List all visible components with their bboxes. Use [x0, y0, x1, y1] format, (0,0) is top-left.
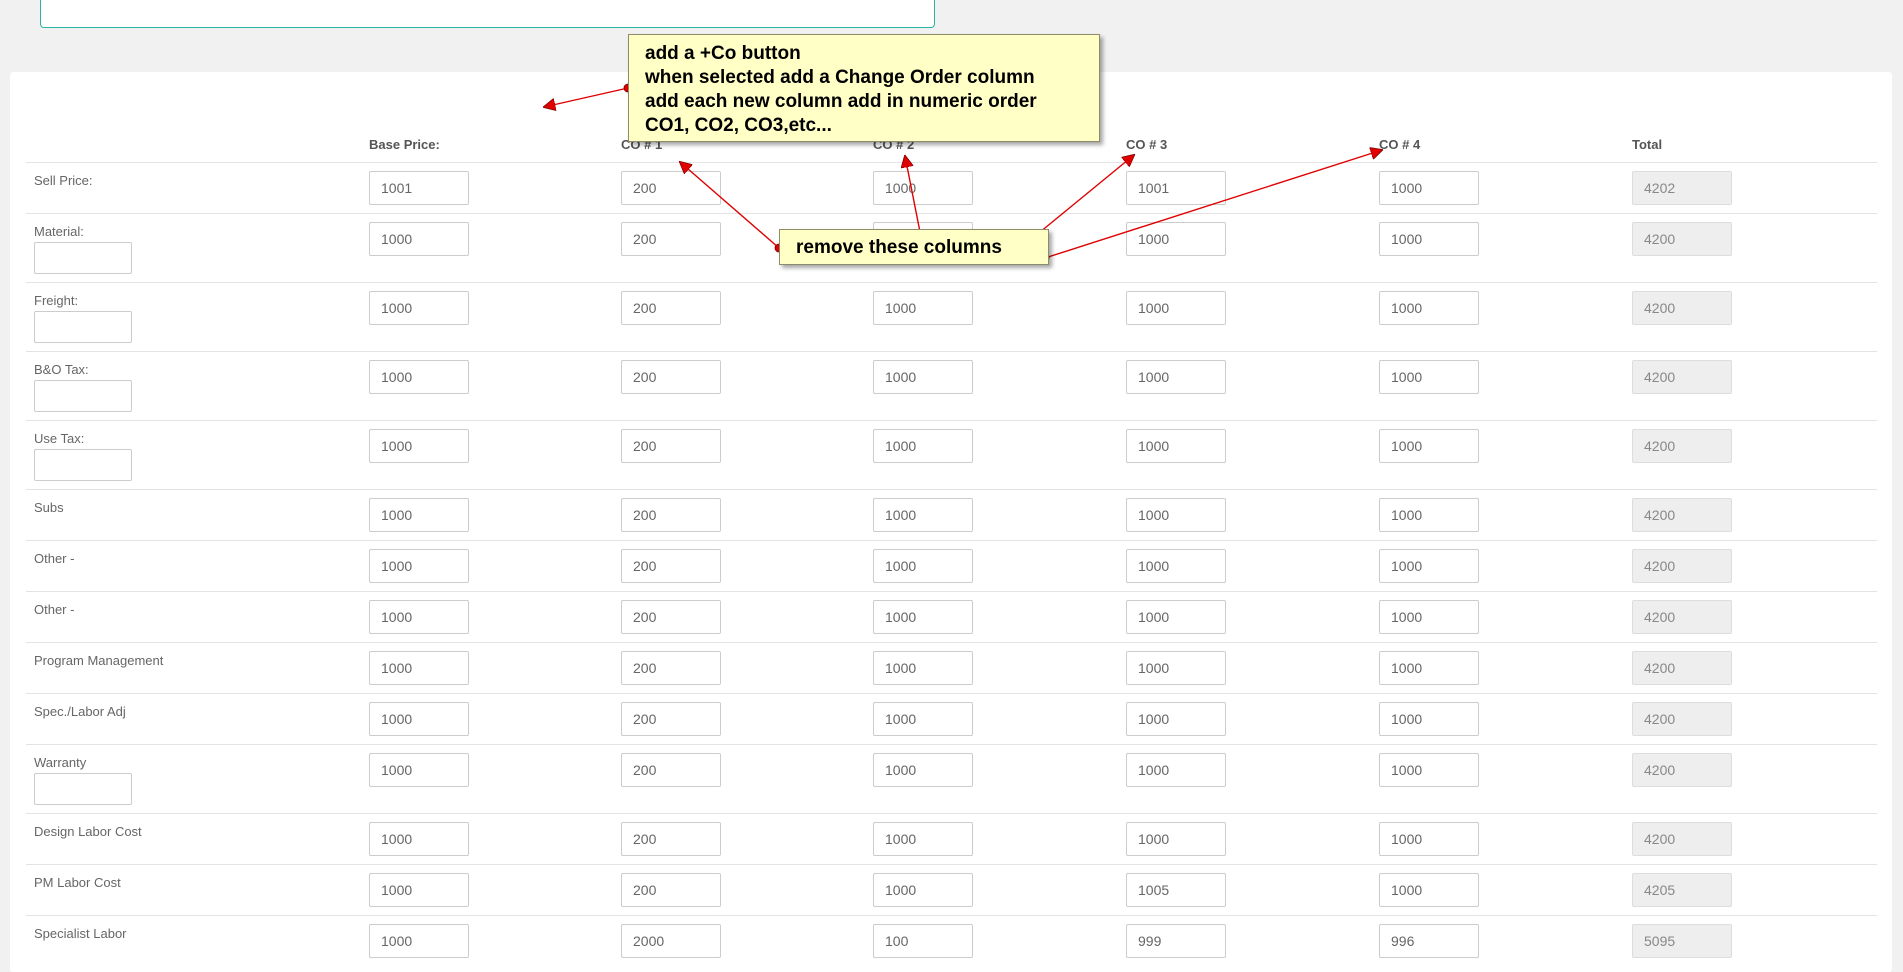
callout-line-1: add a +Co button [645, 43, 801, 64]
arrow-add-co [544, 87, 629, 107]
annotation-arrows [0, 83, 1903, 263]
arrow-remove-co3 [1033, 155, 1134, 238]
arrow-remove-co2 [905, 156, 922, 238]
callout-remove-columns: remove these columns [779, 229, 1049, 265]
callout-add-co-button: add a +Co button when selected add a Cha… [628, 34, 1100, 142]
arrow-remove-co4 [1044, 150, 1382, 259]
arrow-remove-co1 [680, 162, 780, 249]
callout-line-3: add each new column add in numeric order [645, 91, 1037, 112]
callout-line-2: when selected add a Change Order column [645, 67, 1035, 88]
callout-line-4: CO1, CO2, CO3,etc... [645, 115, 832, 136]
